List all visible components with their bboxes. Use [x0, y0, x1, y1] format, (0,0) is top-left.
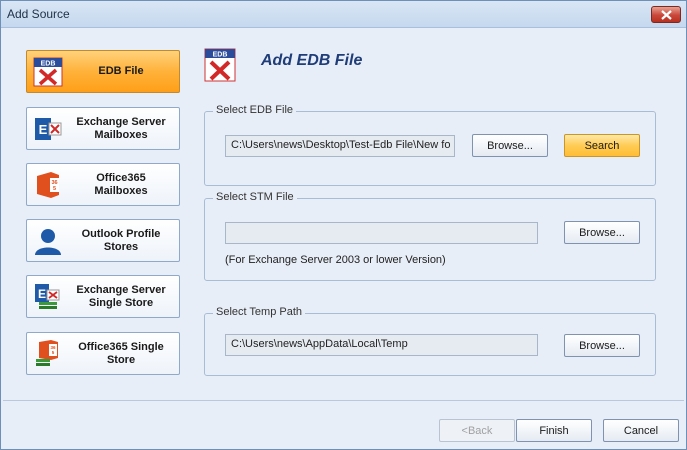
- sidebar-item-exchange-server-single-store[interactable]: E Exchange Server Single Store: [26, 275, 180, 318]
- sidebar-item-office365-mailboxes[interactable]: 36 5 Office365 Mailboxes: [26, 163, 180, 206]
- cancel-button[interactable]: Cancel: [603, 419, 679, 442]
- group-legend: Select Temp Path: [213, 306, 306, 318]
- sidebar-item-label: Exchange Server Single Store: [76, 283, 166, 309]
- svg-text:E: E: [38, 287, 46, 301]
- sidebar-item-label: Office365 Single Store: [78, 340, 164, 366]
- office365-single-store-icon: 36 5: [36, 340, 58, 366]
- close-icon: [661, 10, 672, 20]
- browse-edb-button[interactable]: Browse...: [472, 134, 548, 157]
- page-title: Add EDB File: [261, 52, 363, 69]
- sidebar-item-label: EDB File: [98, 65, 144, 77]
- select-temp-path-group: Select Temp Path C:\Users\news\AppData\L…: [204, 306, 656, 376]
- svg-text:E: E: [39, 122, 48, 137]
- exchange-server-icon: E: [35, 118, 62, 140]
- office365-icon: 36 5: [37, 172, 59, 198]
- outlook-profile-icon: [35, 229, 61, 255]
- close-button[interactable]: [651, 6, 681, 23]
- sidebar-item-exchange-server-mailboxes[interactable]: E Exchange Server Mailboxes: [26, 107, 180, 150]
- svg-text:5: 5: [53, 186, 56, 192]
- footer-divider: [3, 400, 684, 401]
- temp-path-field[interactable]: C:\Users\news\AppData\Local\Temp: [225, 334, 538, 356]
- sidebar-item-outlook-profile-stores[interactable]: Outlook Profile Stores: [26, 219, 180, 262]
- search-button[interactable]: Search: [564, 134, 640, 157]
- group-legend: Select EDB File: [213, 104, 297, 116]
- sidebar-item-label: Office365 Mailboxes: [94, 171, 148, 197]
- add-source-dialog: Add Source EDB EDB File E Exchange Serve…: [0, 0, 687, 450]
- dialog-body: EDB EDB File E Exchange Server Mailboxes…: [1, 28, 686, 449]
- title-bar: Add Source: [1, 1, 686, 28]
- svg-text:EDB: EDB: [41, 61, 56, 68]
- select-stm-file-group: Select STM File Browse... (For Exchange …: [204, 191, 656, 281]
- sidebar-item-office365-single-store[interactable]: 36 5 Office365 Single Store: [26, 332, 180, 375]
- browse-stm-button[interactable]: Browse...: [564, 221, 640, 244]
- edb-file-icon: EDB: [33, 57, 63, 87]
- select-edb-file-group: Select EDB File C:\Users\news\Desktop\Te…: [204, 104, 656, 186]
- window-title: Add Source: [7, 7, 70, 21]
- sidebar-item-label: Outlook Profile Stores: [81, 227, 161, 253]
- finish-button[interactable]: Finish: [516, 419, 592, 442]
- edb-path-field[interactable]: C:\Users\news\Desktop\Test-Edb File\New …: [225, 135, 455, 157]
- back-button[interactable]: <Back: [439, 419, 515, 442]
- sidebar-item-label: Exchange Server Mailboxes: [76, 115, 166, 141]
- group-legend: Select STM File: [213, 191, 297, 203]
- svg-text:EDB: EDB: [213, 52, 228, 59]
- edb-file-icon: EDB: [204, 48, 236, 82]
- browse-temp-button[interactable]: Browse...: [564, 334, 640, 357]
- stm-path-field[interactable]: [225, 222, 538, 244]
- exchange-single-store-icon: E: [35, 284, 60, 309]
- stm-version-note: (For Exchange Server 2003 or lower Versi…: [225, 254, 446, 266]
- sidebar-item-edb-file[interactable]: EDB EDB File: [26, 50, 180, 93]
